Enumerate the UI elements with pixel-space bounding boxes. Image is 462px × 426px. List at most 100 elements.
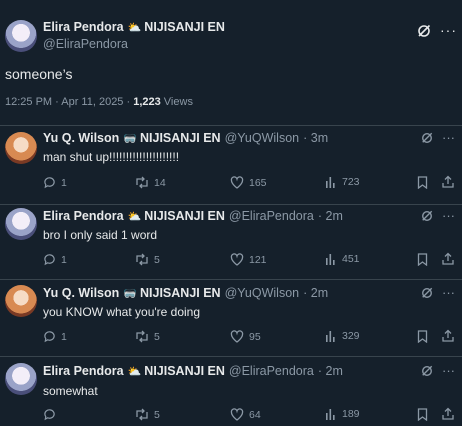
handle-row: @EliraPendora — [43, 37, 128, 51]
heart-icon — [230, 408, 244, 421]
comment-icon — [44, 331, 55, 343]
like-button[interactable]: 64 — [230, 408, 261, 421]
author-handle[interactable]: @EliraPendora — [229, 209, 314, 223]
main-post: Elira Pendora ⛅ NIJISANJI EN @EliraPendo… — [0, 0, 462, 126]
display-name[interactable]: Yu Q. Wilson — [43, 286, 119, 300]
affiliation-label: NIJISANJI EN — [144, 364, 225, 378]
views-button[interactable]: 451 — [325, 253, 360, 265]
bookmark-icon[interactable] — [417, 408, 428, 421]
more-options-icon[interactable]: ··· — [442, 285, 455, 300]
view-count: 451 — [342, 253, 360, 265]
reply-count: 1 — [61, 176, 67, 189]
share-icon[interactable] — [442, 329, 454, 342]
share-icon[interactable] — [442, 407, 454, 420]
reply-age[interactable]: · 2m — [318, 209, 343, 223]
comment-icon — [44, 409, 55, 421]
comment-icon — [44, 177, 55, 189]
avatar[interactable] — [5, 285, 37, 317]
more-options-icon[interactable]: ··· — [442, 363, 455, 378]
post-meta: 12:25 PM · Apr 11, 2025 · 1,223 Views — [5, 96, 193, 108]
analytics-icon — [326, 254, 335, 265]
reply-post[interactable]: Yu Q. Wilson 🥽 NIJISANJI EN @YuQWilson ·… — [0, 126, 462, 205]
view-count: 189 — [342, 408, 360, 420]
affiliation-label: NIJISANJI EN — [140, 131, 221, 145]
reply-button[interactable]: 1 — [43, 253, 67, 266]
sun-cloud-emoji-icon: ⛅ — [127, 365, 142, 378]
repost-icon — [136, 330, 148, 343]
repost-count: 5 — [154, 330, 160, 343]
reply-author: Yu Q. Wilson 🥽 NIJISANJI EN @YuQWilson ·… — [43, 131, 328, 145]
grok-icon[interactable] — [417, 24, 431, 38]
grok-icon[interactable] — [421, 132, 433, 144]
author-handle[interactable]: @EliraPendora — [43, 37, 128, 51]
repost-button[interactable]: 5 — [135, 253, 160, 266]
reply-count: 1 — [61, 253, 67, 266]
display-name[interactable]: Elira Pendora — [43, 364, 124, 378]
heart-icon — [230, 176, 244, 189]
repost-count: 5 — [154, 408, 160, 421]
like-button[interactable]: 165 — [230, 176, 267, 189]
bookmark-icon[interactable] — [417, 253, 428, 266]
repost-button[interactable]: 5 — [135, 330, 160, 343]
display-name[interactable]: Elira Pendora — [43, 209, 124, 223]
avatar[interactable] — [5, 132, 37, 164]
heart-icon — [230, 253, 244, 266]
more-options-icon[interactable]: ··· — [440, 22, 457, 38]
avatar[interactable] — [5, 208, 37, 240]
like-count: 64 — [249, 408, 261, 421]
reply-post[interactable]: Yu Q. Wilson 🥽 NIJISANJI EN @YuQWilson ·… — [0, 280, 462, 357]
goggles-emoji-icon: 🥽 — [123, 287, 137, 300]
comment-icon — [44, 254, 55, 266]
affiliation-label: NIJISANJI EN — [144, 20, 225, 34]
views-label: Views — [163, 96, 193, 108]
avatar[interactable] — [5, 363, 37, 395]
heart-icon — [230, 330, 244, 343]
reply-age[interactable]: · 2m — [318, 364, 343, 378]
like-count: 95 — [249, 330, 261, 343]
avatar[interactable] — [5, 20, 37, 52]
repost-icon — [136, 253, 148, 266]
repost-icon — [136, 176, 148, 189]
author-handle[interactable]: @YuQWilson — [225, 131, 300, 145]
repost-count: 5 — [154, 253, 160, 266]
more-options-icon[interactable]: ··· — [442, 208, 455, 223]
reply-author: Yu Q. Wilson 🥽 NIJISANJI EN @YuQWilson ·… — [43, 286, 328, 300]
bookmark-icon[interactable] — [417, 176, 428, 189]
like-button[interactable]: 121 — [230, 253, 267, 266]
reply-age[interactable]: · 2m — [303, 286, 328, 300]
reply-text: man shut up!!!!!!!!!!!!!!!!!!!!! — [43, 150, 180, 164]
grok-icon[interactable] — [421, 287, 433, 299]
reply-button[interactable]: 1 — [43, 330, 67, 343]
like-count: 165 — [249, 176, 267, 189]
reply-button[interactable]: 1 — [43, 176, 67, 189]
sun-cloud-emoji-icon: ⛅ — [127, 21, 142, 34]
share-icon[interactable] — [442, 252, 454, 265]
reply-post[interactable]: Elira Pendora ⛅ NIJISANJI EN @EliraPendo… — [0, 357, 462, 426]
share-icon[interactable] — [442, 175, 454, 188]
views-button[interactable]: 329 — [325, 330, 360, 342]
view-count: 723 — [342, 176, 360, 188]
repost-button[interactable]: 14 — [135, 176, 166, 189]
reply-button[interactable] — [43, 408, 61, 421]
reply-post[interactable]: Elira Pendora ⛅ NIJISANJI EN @EliraPendo… — [0, 205, 462, 280]
grok-icon[interactable] — [421, 210, 433, 222]
analytics-icon — [326, 331, 335, 342]
post-timestamp[interactable]: 12:25 PM · Apr 11, 2025 · — [5, 96, 133, 108]
display-name[interactable]: Elira Pendora — [43, 20, 124, 34]
repost-button[interactable]: 5 — [135, 408, 160, 421]
more-options-icon[interactable]: ··· — [442, 130, 455, 145]
views-button[interactable]: 723 — [325, 176, 360, 188]
reply-author: Elira Pendora ⛅ NIJISANJI EN @EliraPendo… — [43, 209, 343, 223]
reply-text: somewhat — [43, 384, 98, 398]
author-handle[interactable]: @YuQWilson — [225, 286, 300, 300]
post-author[interactable]: Elira Pendora ⛅ NIJISANJI EN — [43, 20, 225, 34]
like-button[interactable]: 95 — [230, 330, 261, 343]
views-button[interactable]: 189 — [325, 408, 360, 420]
author-handle[interactable]: @EliraPendora — [229, 364, 314, 378]
display-name[interactable]: Yu Q. Wilson — [43, 131, 119, 145]
post-text: someone’s — [5, 66, 73, 82]
affiliation-label: NIJISANJI EN — [140, 286, 221, 300]
reply-age[interactable]: · 3m — [303, 131, 328, 145]
grok-icon[interactable] — [421, 365, 433, 377]
bookmark-icon[interactable] — [417, 330, 428, 343]
